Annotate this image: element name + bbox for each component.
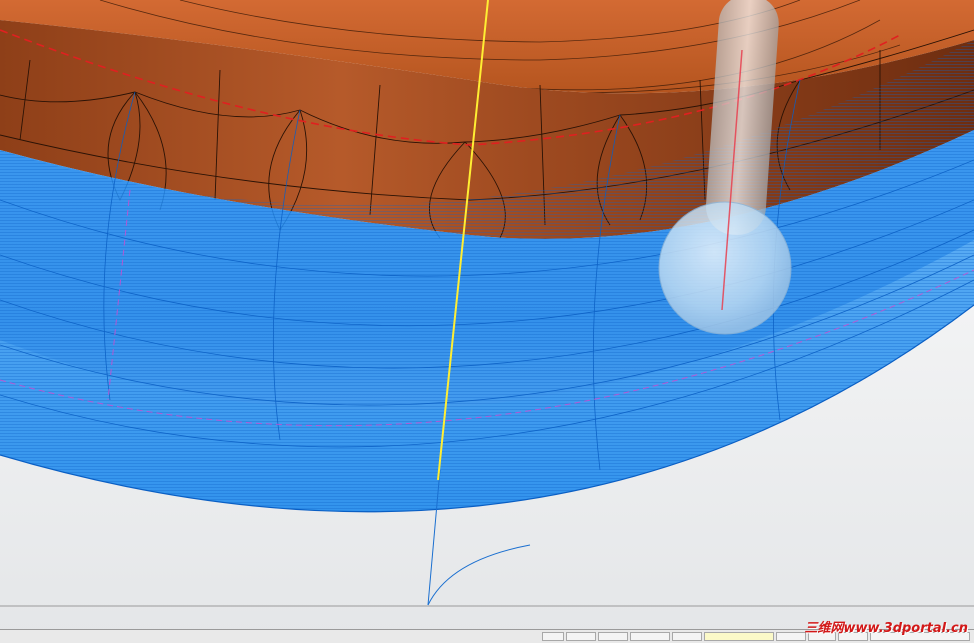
status-cell (566, 632, 596, 641)
status-cell (630, 632, 670, 641)
status-cell (776, 632, 806, 641)
cam-scene (0, 0, 974, 642)
status-cell (672, 632, 702, 641)
status-cell (598, 632, 628, 641)
status-cell (542, 632, 564, 641)
graphics-viewport[interactable] (0, 0, 974, 642)
status-cell (704, 632, 774, 641)
watermark-text: 三维网www.3dportal.cn (804, 621, 968, 636)
